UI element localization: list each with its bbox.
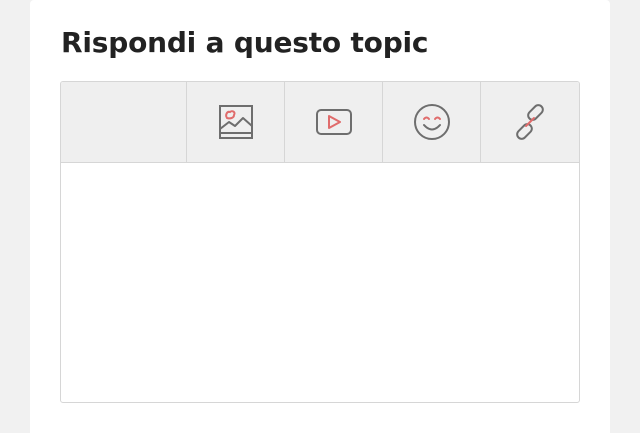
reply-editor: [60, 81, 580, 403]
insert-link-button[interactable]: [480, 82, 579, 162]
emoji-icon: [413, 104, 450, 140]
insert-image-button[interactable]: [186, 82, 284, 162]
reply-card: Rispondi a questo topic: [30, 0, 610, 433]
video-icon: [315, 109, 352, 135]
editor-toolbar: [61, 82, 579, 163]
image-icon: [218, 105, 253, 139]
reply-textarea[interactable]: [61, 163, 579, 402]
insert-video-button[interactable]: [284, 82, 382, 162]
toolbar-blank-area: [61, 82, 186, 162]
insert-emoji-button[interactable]: [382, 82, 480, 162]
link-icon: [516, 104, 544, 140]
reply-title: Rispondi a questo topic: [61, 26, 429, 59]
